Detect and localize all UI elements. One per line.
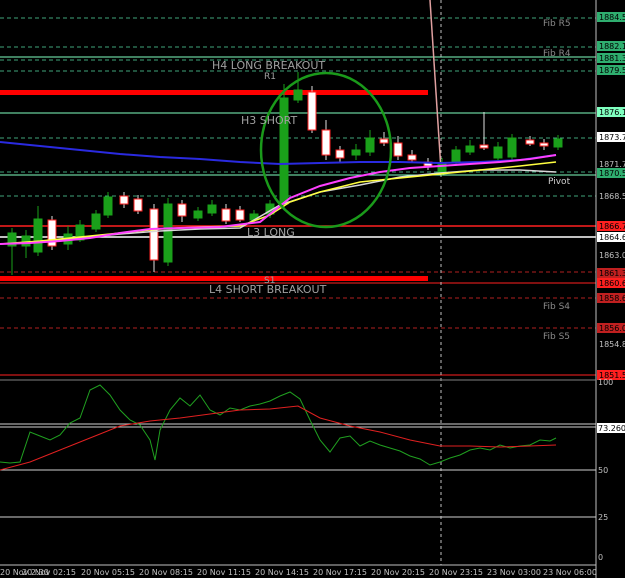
candle-body[interactable] — [525, 139, 535, 145]
indicator-tick-50: 50 — [598, 466, 608, 475]
candle-body[interactable] — [479, 144, 489, 149]
candle-body[interactable] — [437, 162, 447, 173]
candle-body[interactable] — [293, 89, 303, 101]
candle-body[interactable] — [351, 149, 361, 156]
candle-body[interactable] — [451, 149, 461, 164]
candle-body[interactable] — [465, 145, 475, 153]
fib-r4-label: Fib R4 — [543, 49, 571, 59]
time-axis: 20 Nov 2:30 20 Nov 02:15 20 Nov 05:15 20… — [0, 568, 597, 577]
svg-text:1884.5: 1884.5 — [599, 13, 625, 22]
candle-body[interactable] — [307, 91, 317, 131]
svg-text:1858.6: 1858.6 — [599, 294, 625, 303]
candle-body[interactable] — [193, 210, 203, 219]
time-label: 20 Nov 14:15 — [255, 568, 309, 577]
indicator-tick-73: 73.260 — [598, 424, 625, 433]
r1-label: R1 — [264, 72, 276, 82]
time-label: 23 Nov 03:00 — [487, 568, 541, 577]
candle-body[interactable] — [365, 137, 375, 153]
svg-text:1856.0: 1856.0 — [599, 324, 625, 333]
svg-text:1871.7: 1871.7 — [599, 160, 625, 169]
time-label: 20 Nov 11:15 — [197, 568, 251, 577]
h3-short-label: H3 SHORT — [241, 114, 298, 127]
candle-body[interactable] — [393, 142, 403, 157]
time-label: 20 Nov 02:15 — [22, 568, 76, 577]
candle-body[interactable] — [235, 209, 245, 221]
candle-body[interactable] — [507, 137, 517, 158]
time-label: 23 Nov 06:00 — [543, 568, 597, 577]
indicator-tick-0: 0 — [598, 553, 603, 562]
price-panel[interactable] — [0, 0, 625, 372]
l4-breakout-bar — [0, 276, 428, 281]
l3-long-label: L3 LONG — [247, 226, 295, 239]
svg-text:1873.7: 1873.7 — [599, 133, 625, 142]
svg-text:1870.5: 1870.5 — [599, 169, 625, 178]
candle-body[interactable] — [221, 208, 231, 222]
candle-body[interactable] — [379, 138, 389, 144]
indicator-tick-100: 100 — [598, 378, 613, 387]
h4-breakout-bar — [0, 90, 428, 95]
time-label: 20 Nov 23:15 — [429, 568, 483, 577]
candle-body[interactable] — [321, 129, 331, 156]
svg-text:1866.7: 1866.7 — [599, 222, 625, 231]
svg-text:1854.8: 1854.8 — [599, 340, 625, 349]
svg-text:1881.3: 1881.3 — [599, 54, 625, 63]
h4-breakout-label: H4 LONG BREAKOUT — [212, 59, 325, 72]
fib-r5-label: Fib R5 — [543, 19, 571, 29]
candle-body[interactable] — [103, 196, 113, 216]
svg-text:1863.0: 1863.0 — [599, 251, 625, 260]
candle-body[interactable] — [21, 235, 31, 247]
l4-breakout-label: L4 SHORT BREAKOUT — [209, 283, 327, 296]
svg-text:1879.5: 1879.5 — [599, 66, 625, 75]
candle-body[interactable] — [33, 218, 43, 253]
candle-body[interactable] — [493, 146, 503, 159]
svg-text:1876.1: 1876.1 — [599, 108, 625, 117]
candle-body[interactable] — [133, 198, 143, 212]
candle-body[interactable] — [407, 154, 417, 161]
svg-text:1868.5: 1868.5 — [599, 192, 625, 201]
candle-body[interactable] — [149, 208, 159, 261]
candle-body[interactable] — [335, 149, 345, 159]
candle-body[interactable] — [539, 142, 549, 147]
indicator-red-line — [0, 405, 557, 471]
price-tags: 1884.5 1882.1 1881.3 1879.5 1876.1 1873.… — [597, 12, 625, 380]
fib-s5-label: Fib S5 — [543, 332, 570, 342]
candle-body[interactable] — [553, 138, 563, 148]
pivot-label: Pivot — [548, 177, 571, 187]
candle-body[interactable] — [177, 203, 187, 217]
fib-s4-label: Fib S4 — [543, 302, 570, 312]
svg-text:1882.1: 1882.1 — [599, 42, 625, 51]
chart-window[interactable]: Fib R5 Fib R4 H4 LONG BREAKOUT R1 H3 SHO… — [0, 0, 625, 578]
candle-body[interactable] — [207, 204, 217, 214]
indicator-green-line — [0, 384, 557, 466]
candle-body[interactable] — [163, 203, 173, 263]
time-label: 20 Nov 05:15 — [81, 568, 135, 577]
svg-text:1860.6: 1860.6 — [599, 279, 625, 288]
candle-body[interactable] — [91, 213, 101, 230]
candle-body[interactable] — [119, 195, 129, 205]
time-label: 20 Nov 20:15 — [371, 568, 425, 577]
indicator-tick-25: 25 — [598, 513, 608, 522]
svg-text:1864.6: 1864.6 — [599, 233, 625, 242]
time-label: 20 Nov 17:15 — [313, 568, 367, 577]
svg-text:1861.3: 1861.3 — [599, 269, 625, 278]
time-label: 20 Nov 08:15 — [139, 568, 193, 577]
